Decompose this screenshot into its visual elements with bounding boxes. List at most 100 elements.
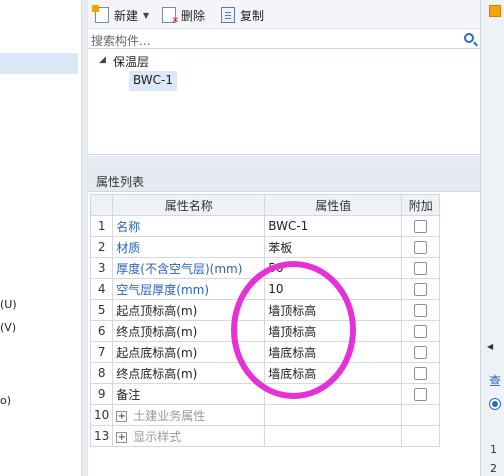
property-name: 名称 — [112, 215, 266, 237]
property-value — [264, 425, 403, 447]
list-item[interactable]: 1 — [490, 443, 497, 456]
property-name: 终点底标高(m) — [112, 362, 266, 384]
table-row[interactable]: 7 起点底标高(m) 墙底标高 — [89, 341, 441, 363]
delete-icon — [162, 7, 179, 26]
extra-checkbox[interactable] — [414, 346, 428, 359]
row-number: 5 — [89, 299, 114, 321]
column-header-name: 属性名称 — [112, 194, 266, 216]
extra-cell — [401, 425, 441, 447]
search-input[interactable]: 搜索构件... — [88, 29, 480, 49]
properties-table: 属性名称 属性值 附加 1 名称 BWC-1 2 材质 苯板 3 厚度(不含空气… — [89, 194, 441, 447]
extra-checkbox[interactable] — [414, 220, 428, 233]
property-value[interactable]: BWC-1 — [264, 215, 403, 237]
new-icon — [92, 5, 109, 23]
tree-root-insulation[interactable]: 保温层 — [113, 53, 149, 70]
property-value[interactable]: 墙顶标高 — [264, 320, 403, 342]
query-label: 查 — [489, 374, 502, 388]
property-name: 终点顶标高(m) — [112, 320, 266, 342]
extra-checkbox[interactable] — [414, 325, 428, 338]
property-value[interactable]: 墙底标高 — [264, 341, 403, 363]
property-value — [264, 404, 403, 426]
delete-label: 删除 — [181, 8, 206, 23]
delete-button[interactable]: 删除 — [162, 6, 206, 26]
property-value[interactable]: 10 — [264, 278, 403, 300]
properties-title: 属性列表 — [96, 175, 145, 189]
search-placeholder: 搜索构件... — [91, 34, 151, 48]
column-header-value: 属性值 — [264, 194, 403, 216]
row-number: 3 — [89, 257, 114, 279]
column-header-extra: 附加 — [401, 194, 441, 216]
row-number: 10 — [89, 404, 114, 426]
property-name: 起点底标高(m) — [112, 341, 266, 363]
left-menu-item-v[interactable]: (V) — [0, 321, 16, 334]
extra-cell — [401, 320, 441, 342]
extra-cell — [401, 341, 441, 363]
table-row[interactable]: 8 终点底标高(m) 墙底标高 — [89, 362, 441, 384]
expand-plus-icon[interactable]: + — [116, 431, 128, 443]
extra-checkbox[interactable] — [414, 304, 428, 317]
left-menu-item-o[interactable]: o) — [0, 394, 11, 407]
property-value[interactable]: 50 — [264, 257, 403, 279]
row-number: 2 — [89, 236, 114, 258]
table-row[interactable]: 3 厚度(不含空气层)(mm) 50 — [89, 257, 441, 279]
copy-icon — [221, 7, 235, 23]
property-value[interactable] — [264, 383, 403, 405]
property-value[interactable]: 墙顶标高 — [264, 299, 403, 321]
extra-cell — [401, 362, 441, 384]
property-group[interactable]: + 土建业务属性 — [112, 404, 266, 426]
extra-checkbox[interactable] — [414, 241, 428, 254]
table-row[interactable]: 6 终点顶标高(m) 墙顶标高 — [89, 320, 441, 342]
table-row[interactable]: 1 名称 BWC-1 — [89, 215, 441, 237]
right-panel: ◀ 查 1 2 — [480, 0, 504, 476]
copy-button[interactable]: 复制 — [221, 6, 264, 24]
extra-cell — [401, 383, 441, 405]
extra-checkbox[interactable] — [414, 283, 428, 296]
extra-checkbox[interactable] — [414, 388, 428, 401]
extra-cell — [401, 278, 441, 300]
extra-checkbox[interactable] — [414, 367, 428, 380]
extra-checkbox[interactable] — [414, 262, 428, 275]
property-value[interactable]: 墙底标高 — [264, 362, 403, 384]
table-row-group[interactable]: 10 + 土建业务属性 — [89, 404, 441, 426]
table-row[interactable]: 4 空气层厚度(mm) 10 — [89, 278, 441, 300]
row-number: 13 — [89, 425, 114, 447]
row-number: 9 — [89, 383, 114, 405]
row-number: 7 — [89, 341, 114, 363]
radio-icon[interactable] — [489, 398, 501, 410]
extra-cell — [401, 404, 441, 426]
chevron-down-icon[interactable]: ▼ — [143, 11, 149, 20]
scroll-left-icon[interactable]: ◀ — [487, 342, 504, 352]
expand-plus-icon[interactable]: + — [116, 410, 128, 422]
panel-icon[interactable] — [489, 5, 501, 17]
search-icon[interactable] — [464, 33, 474, 43]
left-selected-item[interactable] — [0, 53, 78, 74]
property-group[interactable]: + 显示样式 — [112, 425, 266, 447]
group-label: 土建业务属性 — [133, 408, 206, 423]
table-row[interactable]: 2 材质 苯板 — [89, 236, 441, 258]
property-value[interactable]: 苯板 — [264, 236, 403, 258]
extra-cell — [401, 257, 441, 279]
group-label: 显示样式 — [133, 429, 182, 444]
properties-header: 属性列表 — [88, 168, 480, 192]
component-panel: 新建 ▼ 删除 复制 搜索构件... ◢ 保温层 BWC-1 属性列表 属性名称 — [88, 0, 480, 476]
copy-label: 复制 — [240, 8, 265, 23]
left-menu-item-u[interactable]: (U) — [0, 298, 17, 311]
new-button[interactable]: 新建 ▼ — [92, 5, 149, 24]
table-row-group[interactable]: 13 + 显示样式 — [89, 425, 441, 447]
tree-item-bwc-1[interactable]: BWC-1 — [129, 71, 178, 91]
property-name: 起点顶标高(m) — [112, 299, 266, 321]
table-row[interactable]: 5 起点顶标高(m) 墙顶标高 — [89, 299, 441, 321]
row-number: 6 — [89, 320, 114, 342]
toolbar: 新建 ▼ 删除 复制 — [88, 0, 480, 29]
property-name: 备注 — [112, 383, 266, 405]
property-name: 厚度(不含空气层)(mm) — [112, 257, 266, 279]
tree-expand-icon[interactable]: ◢ — [99, 55, 106, 65]
property-name: 空气层厚度(mm) — [112, 278, 266, 300]
extra-cell — [401, 215, 441, 237]
component-tree: ◢ 保温层 BWC-1 — [88, 50, 480, 155]
properties-grid: 属性名称 属性值 附加 1 名称 BWC-1 2 材质 苯板 3 厚度(不含空气… — [88, 192, 480, 476]
extra-cell — [401, 299, 441, 321]
row-number: 8 — [89, 362, 114, 384]
table-row[interactable]: 9 备注 — [89, 383, 441, 405]
list-item[interactable]: 2 — [490, 462, 497, 475]
